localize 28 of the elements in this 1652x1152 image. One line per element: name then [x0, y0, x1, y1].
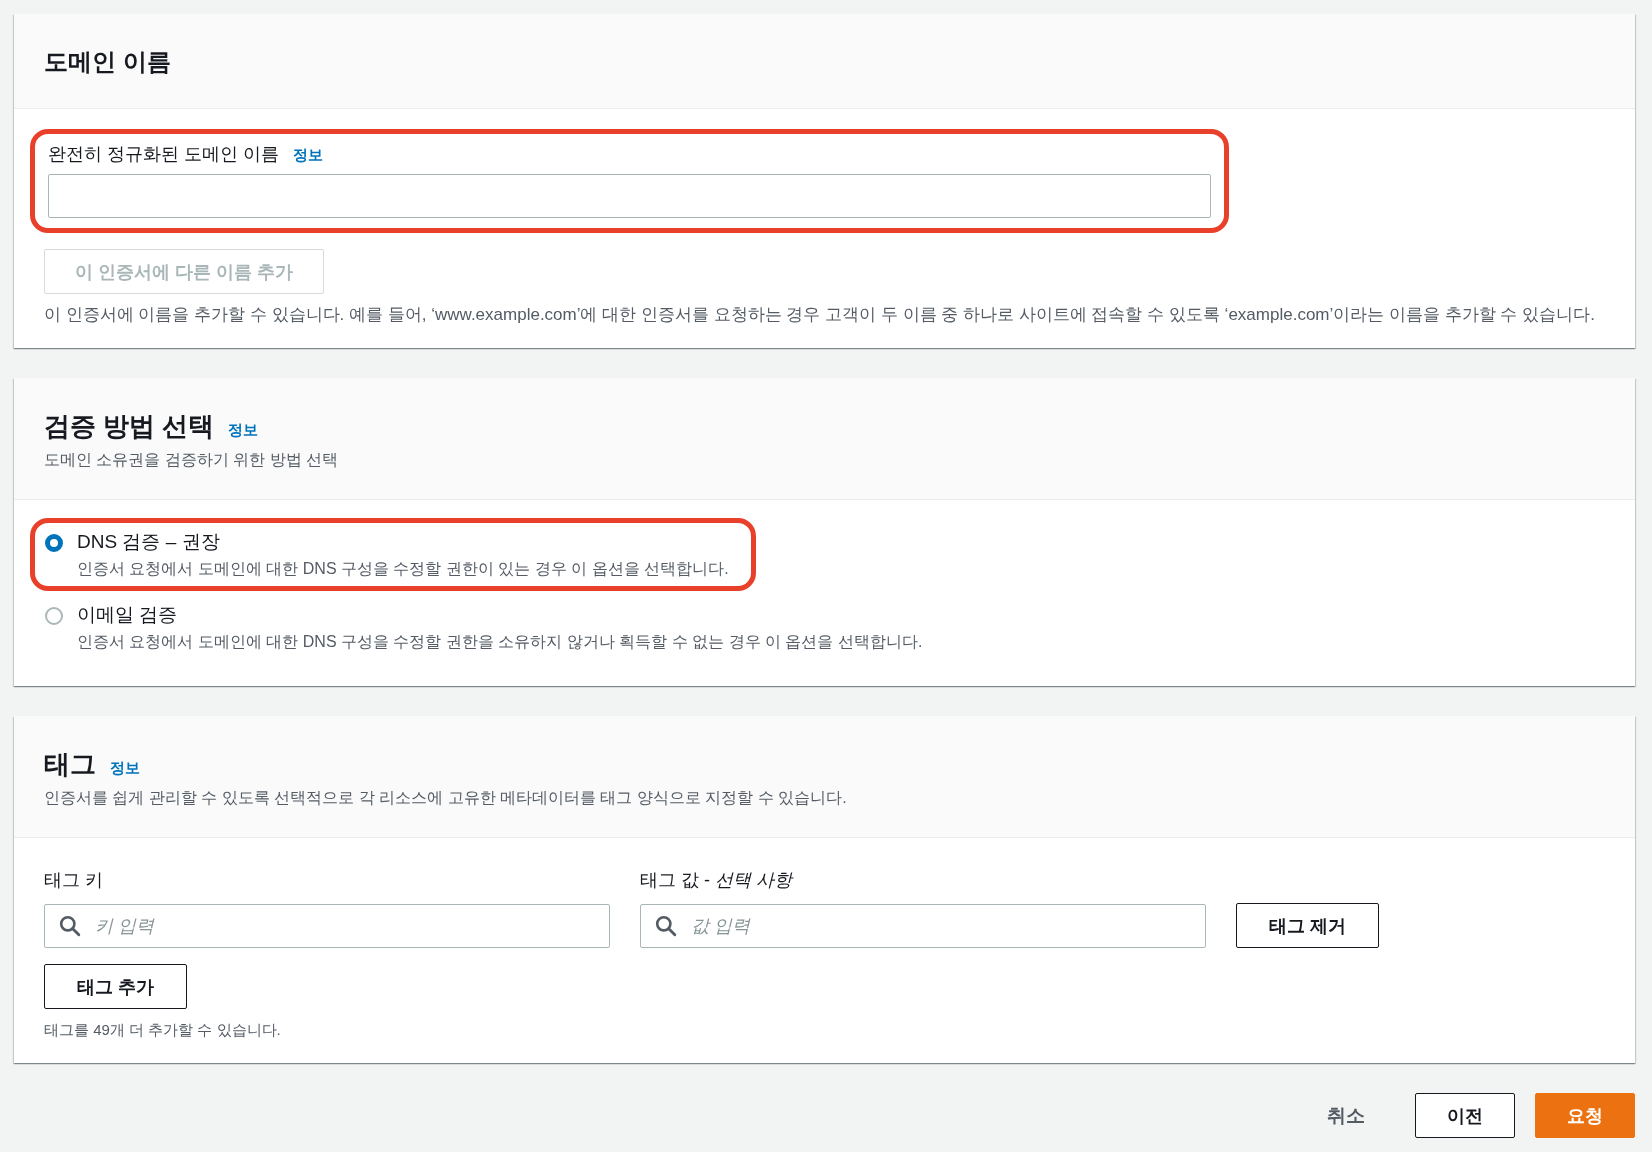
help-text: 이 인증서에 이름을 추가할 수 있습니다. 예를 들어, ‘www.example.com’에 대한 인증서를 요청하는 경우 고객이 두 이름 중 하나로 사이트에 접속할 수 있도록 ‘example.com’이라는 이름을 추가할 수 있습니다. — [44, 304, 1596, 326]
remove-tag-button[interactable]: 태그 제거 — [1236, 903, 1379, 948]
section-title: 검증 방법 선택 — [44, 410, 215, 443]
cancel-button[interactable]: 취소 — [1297, 1102, 1395, 1129]
section-title: 태그 — [44, 748, 96, 781]
section-title: 도메인 이름 — [44, 47, 172, 77]
previous-button[interactable]: 이전 — [1415, 1093, 1515, 1138]
info-link[interactable]: 정보 — [110, 759, 140, 778]
radio-button[interactable] — [45, 607, 63, 625]
info-link[interactable]: 정보 — [293, 146, 323, 165]
section-description: 인증서를 쉽게 관리할 수 있도록 선택적으로 각 리소스에 고유한 메타데이터를 태그 양식으로 지정할 수 있습니다. — [44, 788, 848, 808]
help-text: 태그를 49개 더 추가할 수 있습니다. — [44, 1020, 282, 1040]
option-description: 인증서 요청에서 도메인에 대한 DNS 구성을 수정할 권한을 소유하지 않거나 획득할 수 없는 경우 이 옵션을 선택합니다. — [77, 632, 923, 652]
domain-input-field[interactable] — [48, 174, 1211, 218]
option-label[interactable]: DNS 검증 – 권장 — [77, 529, 729, 555]
add-tag-button[interactable]: 태그 추가 — [44, 964, 187, 1009]
search-field[interactable]: 키 입력 — [44, 904, 610, 948]
field-label: 태그 값 - 선택 사항 — [640, 869, 795, 892]
radio-button[interactable] — [45, 534, 63, 552]
info-link[interactable]: 정보 — [228, 421, 259, 440]
field-label: 태그 키 — [44, 869, 104, 892]
option-description: 인증서 요청에서 도메인에 대한 DNS 구성을 수정할 권한이 있는 경우 이 옵션을 선택합니다. — [77, 559, 729, 579]
search-icon — [655, 915, 677, 937]
search-icon — [59, 915, 81, 937]
field-label: 완전히 정규화된 도메인 이름 — [48, 143, 279, 166]
section-description: 도메인 소유권을 검증하기 위한 방법 선택 — [44, 450, 340, 470]
search-field[interactable]: 값 입력 — [640, 904, 1206, 948]
option-label[interactable]: 이메일 검증 — [77, 602, 923, 628]
